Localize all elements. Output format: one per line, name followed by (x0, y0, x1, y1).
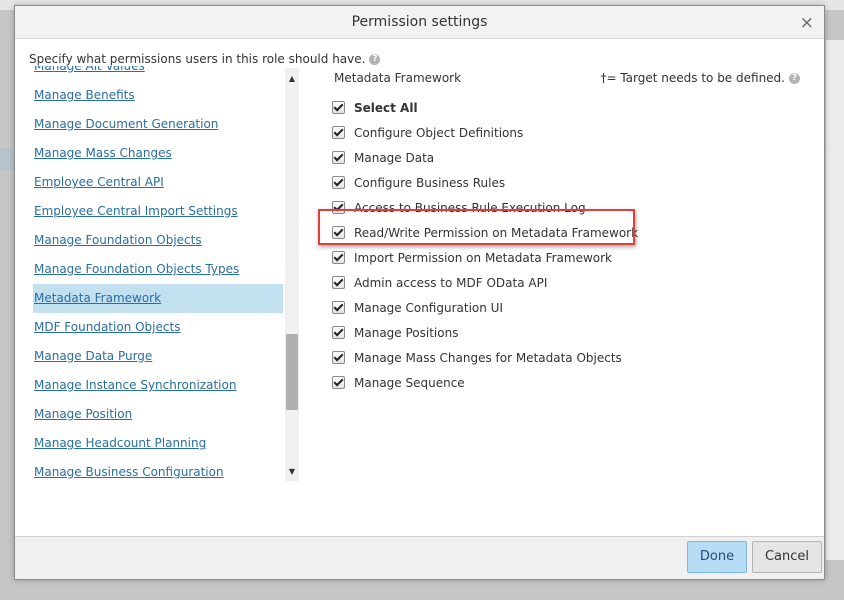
cancel-button[interactable]: Cancel (752, 541, 822, 573)
permission-row: Manage Sequence (332, 375, 638, 400)
permission-checkbox[interactable] (332, 176, 345, 189)
dialog-footer: Done Cancel (15, 536, 824, 579)
permission-checkbox[interactable] (332, 151, 345, 164)
nav-item[interactable]: Metadata Framework (33, 284, 283, 313)
permission-label[interactable]: Configure Object Definitions (354, 125, 523, 140)
nav-item[interactable]: Manage Benefits (33, 81, 283, 110)
nav-item[interactable]: MDF Foundation Objects (33, 313, 283, 342)
permission-row: Manage Data (332, 150, 638, 175)
nav-item[interactable]: Manage Position (33, 400, 283, 429)
dialog-header: Permission settings × (15, 6, 824, 39)
dialog-title: Permission settings (351, 14, 488, 30)
permissions-panel-title: Metadata Framework (334, 71, 462, 85)
permission-checkbox[interactable] (332, 301, 345, 314)
nav-item[interactable]: Manage Foundation Objects (33, 226, 283, 255)
nav-item[interactable]: Manage Foundation Objects Types (33, 255, 283, 284)
permission-label[interactable]: Import Permission on Metadata Framework (354, 250, 612, 265)
nav-item[interactable]: Manage Document Generation (33, 110, 283, 139)
category-nav: Manage Alt Values Manage Benefits Manage D… (33, 66, 283, 481)
nav-item[interactable]: Manage Data Purge (33, 342, 283, 371)
scroll-down-icon[interactable]: ▼ (285, 465, 299, 479)
close-icon[interactable]: × (800, 15, 814, 32)
permission-row: Configure Object Definitions (332, 125, 638, 150)
scroll-up-icon[interactable]: ▲ (285, 72, 299, 86)
permission-checkbox[interactable] (332, 351, 345, 364)
permission-row: Manage Positions (332, 325, 638, 350)
help-icon[interactable]: ? (789, 73, 800, 84)
permission-checkbox[interactable] (332, 326, 345, 339)
nav-item[interactable]: Manage Alt Values (33, 66, 283, 81)
scrollbar-thumb[interactable] (286, 334, 298, 410)
permission-row: Manage Mass Changes for Metadata Objects (332, 350, 638, 375)
instruction-label: Specify what permissions users in this r… (29, 52, 366, 66)
permission-checkbox[interactable] (332, 251, 345, 264)
permission-label[interactable]: Manage Data (354, 150, 434, 165)
permission-label[interactable]: Manage Configuration UI (354, 300, 503, 315)
permission-checkbox[interactable] (332, 376, 345, 389)
target-note: †= Target needs to be defined.? (600, 71, 800, 85)
select-all-checkbox[interactable] (332, 101, 345, 114)
highlight-box (318, 209, 635, 245)
permission-label[interactable]: Manage Sequence (354, 375, 465, 390)
permission-row: Admin access to MDF OData API (332, 275, 638, 300)
instruction-text: Specify what permissions users in this r… (29, 52, 381, 66)
permission-label[interactable]: Configure Business Rules (354, 175, 505, 190)
background-window-strip (826, 40, 844, 560)
permission-checkbox[interactable] (332, 276, 345, 289)
permission-row: Configure Business Rules (332, 175, 638, 200)
nav-item[interactable]: Manage Instance Synchronization (33, 371, 283, 400)
nav-item[interactable]: Employee Central Import Settings (33, 197, 283, 226)
permission-settings-dialog: Permission settings × Specify what permi… (14, 5, 825, 580)
permission-row: Import Permission on Metadata Framework (332, 250, 638, 275)
help-icon[interactable]: ? (369, 54, 381, 65)
permission-row: Manage Configuration UI (332, 300, 638, 325)
nav-item[interactable]: Manage Headcount Planning (33, 429, 283, 458)
nav-item[interactable]: Manage Business Configuration (33, 458, 283, 481)
permission-checkbox-list: Select All Configure Object Definitions Ma… (332, 100, 638, 400)
done-button[interactable]: Done (687, 541, 747, 573)
permission-category-list: Manage Alt Values Manage Benefits Manage D… (33, 66, 301, 481)
permission-label[interactable]: Manage Positions (354, 325, 458, 340)
target-note-text: †= Target needs to be defined. (600, 71, 785, 85)
permission-checkbox[interactable] (332, 126, 345, 139)
category-scrollbar[interactable]: ▲ ▼ (285, 68, 299, 481)
nav-item[interactable]: Manage Mass Changes (33, 139, 283, 168)
permission-label[interactable]: Manage Mass Changes for Metadata Objects (354, 350, 622, 365)
nav-item[interactable]: Employee Central API (33, 168, 283, 197)
select-all-row: Select All (332, 100, 638, 125)
permission-label[interactable]: Admin access to MDF OData API (354, 275, 547, 290)
permission-label[interactable]: Select All (354, 100, 418, 115)
